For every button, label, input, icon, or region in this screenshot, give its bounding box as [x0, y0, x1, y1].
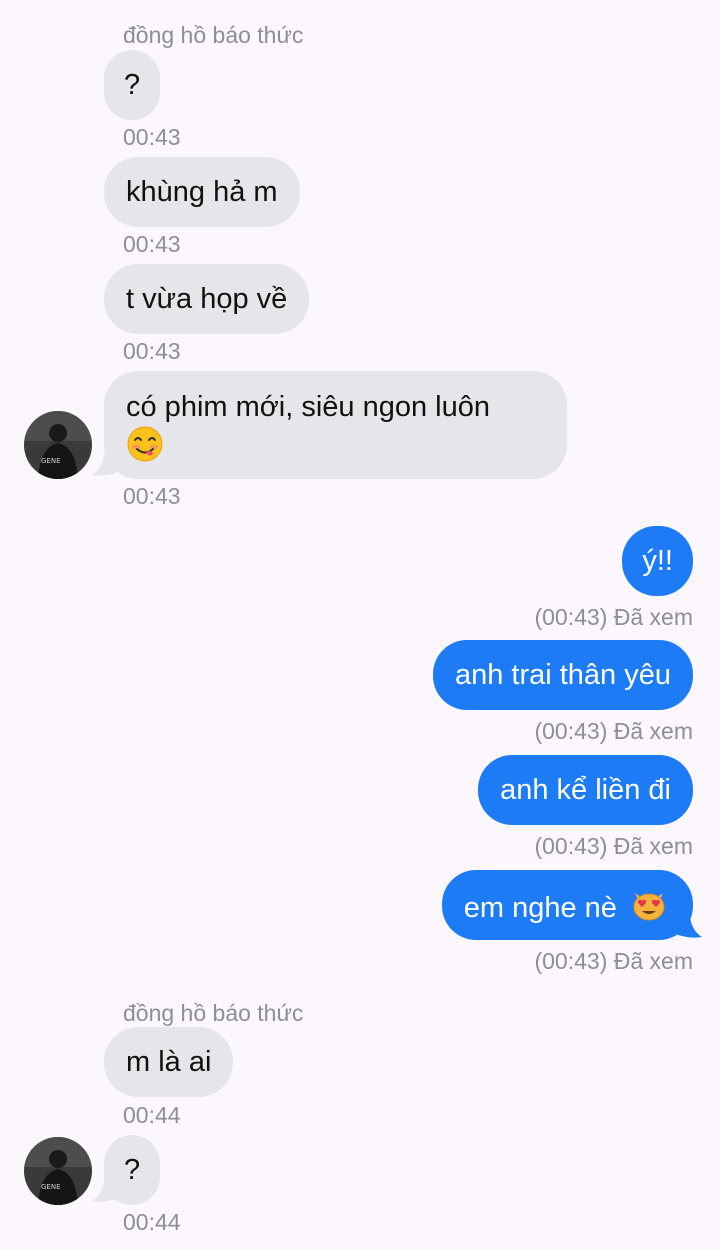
face-savoring-food-icon [126, 425, 164, 472]
profile-photo-icon: GENE [24, 1137, 92, 1205]
message-text: ý!! [642, 545, 673, 577]
seen-status: (00:43) Đã xem [534, 604, 693, 630]
message-bubble-incoming[interactable]: t vừa họp về [104, 264, 310, 334]
message-bubble-incoming[interactable]: ? [104, 50, 161, 120]
message-time: 00:43 [123, 483, 181, 509]
message-bubble-outgoing[interactable]: anh kể liền đi [478, 755, 693, 825]
avatar-badge-text: GENE [41, 1183, 61, 1191]
message-time: 00:44 [123, 1102, 181, 1128]
message-bubble-incoming[interactable]: có phim mới, siêu ngon luôn [104, 371, 567, 479]
message-text: ? [124, 1154, 141, 1186]
bubble-tail-outgoing [678, 917, 702, 938]
seen-status: (00:43) Đã xem [534, 718, 693, 744]
seen-status: (00:43) Đã xem [534, 948, 693, 974]
message-time: 00:43 [123, 338, 181, 364]
profile-photo-icon: GENE [24, 411, 92, 479]
sender-name: đồng hồ báo thức [123, 1000, 304, 1026]
message-text: anh trai thân yêu [454, 659, 671, 691]
message-bubble-incoming[interactable]: khùng hả m [104, 157, 300, 227]
message-text: em nghe nè [463, 892, 617, 925]
message-text: t vừa họp về [126, 283, 288, 315]
message-time: 00:43 [123, 124, 181, 150]
message-text: anh kể liền đi [500, 774, 671, 806]
smiling-cat-heart-eyes-icon [631, 887, 667, 932]
message-bubble-incoming[interactable]: m là ai [104, 1027, 234, 1097]
message-time: 00:44 [123, 1209, 181, 1235]
avatar[interactable]: GENE [24, 411, 92, 479]
bubble-tail-incoming [92, 455, 116, 476]
message-bubble-outgoing[interactable]: em nghe nè [441, 870, 693, 940]
sender-name: đồng hồ báo thức [123, 22, 304, 48]
avatar-badge-text: GENE [41, 457, 61, 465]
avatar[interactable]: GENE [24, 1137, 92, 1205]
message-text: m là ai [126, 1046, 212, 1078]
message-text: ? [124, 69, 141, 101]
message-time: 00:43 [123, 231, 181, 257]
seen-status: (00:43) Đã xem [534, 833, 693, 859]
bubble-tail-incoming [92, 1181, 116, 1202]
message-bubble-outgoing[interactable]: ý!! [622, 526, 693, 596]
message-text: khùng hả m [126, 176, 278, 208]
message-text: có phim mới, siêu ngon luôn [126, 391, 490, 423]
message-bubble-outgoing[interactable]: anh trai thân yêu [432, 640, 693, 710]
